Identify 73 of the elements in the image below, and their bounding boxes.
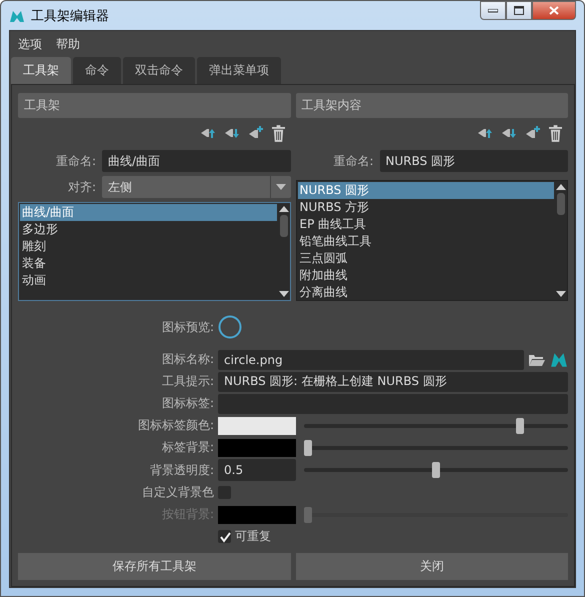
rename-field[interactable]: NURBS 圆形: [380, 150, 568, 172]
checkbox-label: 可重复: [235, 528, 271, 545]
list-item[interactable]: 曲线/曲面: [20, 204, 276, 221]
trash-icon[interactable]: [549, 124, 562, 142]
scroll-down-icon[interactable]: [556, 291, 566, 297]
circle-icon: [218, 315, 242, 339]
window-title: 工具架编辑器: [31, 8, 110, 24]
folder-icon[interactable]: [528, 352, 546, 366]
list-item[interactable]: 分离曲线: [298, 284, 554, 300]
checkbox[interactable]: [218, 486, 231, 499]
close-icon: [549, 6, 559, 15]
caret-icon: [276, 184, 286, 190]
text-field[interactable]: NURBS 圆形: 在栅格上创建 NURBS 圆形: [218, 372, 568, 392]
icon-preview-label: 图标预览:: [160, 318, 214, 336]
close-button[interactable]: [532, 1, 576, 20]
slider-handle[interactable]: [432, 462, 440, 478]
text-field[interactable]: [218, 394, 568, 414]
list-item[interactable]: 铅笔曲线工具: [298, 233, 554, 250]
tab[interactable]: 弹出菜单项: [197, 57, 281, 84]
rename-label: 重命名:: [332, 152, 374, 170]
scroll-up-icon[interactable]: [556, 184, 566, 190]
move-down-icon[interactable]: [501, 126, 517, 140]
minimize-icon: [488, 8, 498, 12]
number-field[interactable]: 0.5: [218, 459, 296, 481]
list-item[interactable]: EP 曲线工具: [298, 216, 554, 233]
field-label: 图标标签颜色:: [136, 417, 214, 434]
minimize-button[interactable]: [480, 1, 506, 20]
slider-handle[interactable]: [516, 418, 524, 434]
app-logo-icon[interactable]: [550, 350, 568, 368]
dialog-button[interactable]: 关闭: [296, 553, 568, 580]
menu-item[interactable]: 帮助: [56, 36, 80, 52]
menu-item[interactable]: 选项: [18, 36, 42, 52]
field-label: 工具提示:: [160, 373, 214, 390]
list-item[interactable]: 附加曲线: [298, 267, 554, 284]
tab[interactable]: 命令: [73, 57, 121, 84]
maximize-icon: [514, 6, 524, 15]
section-header: 工具架内容: [296, 93, 568, 118]
tab[interactable]: 双击命令: [123, 57, 195, 84]
field-label: 图标名称:: [160, 351, 214, 368]
section-header: 工具架: [18, 93, 290, 118]
list-item[interactable]: 雕刻: [20, 238, 276, 255]
list-item[interactable]: 动画: [20, 272, 276, 289]
align-label: 对齐:: [66, 178, 97, 196]
field-label: 标签背景:: [160, 439, 214, 456]
field-label: 背景透明度:: [148, 462, 214, 478]
tab[interactable]: 工具架: [11, 57, 71, 84]
checkbox[interactable]: [218, 530, 231, 543]
move-down-icon[interactable]: [224, 126, 240, 140]
align-dropdown[interactable]: 左侧: [102, 176, 290, 198]
list-item[interactable]: 多边形: [20, 221, 276, 238]
scrollbar-thumb[interactable]: [280, 215, 288, 237]
add-icon[interactable]: [525, 126, 541, 140]
text-field[interactable]: circle.png: [218, 350, 524, 370]
rename-field[interactable]: 曲线/曲面: [102, 150, 290, 172]
scroll-down-icon[interactable]: [278, 291, 288, 297]
scrollbar-thumb[interactable]: [557, 193, 565, 215]
list-item[interactable]: 装备: [20, 255, 276, 272]
maximize-button[interactable]: [506, 1, 532, 20]
color-swatch[interactable]: [218, 416, 296, 434]
list-item[interactable]: NURBS 方形: [298, 199, 554, 216]
scroll-up-icon[interactable]: [278, 206, 288, 212]
slider-handle[interactable]: [304, 440, 312, 456]
dialog-button[interactable]: 保存所有工具架: [18, 553, 290, 580]
checkbox-label: 自定义背景色: [141, 484, 214, 501]
move-up-icon[interactable]: [200, 126, 216, 140]
trash-icon[interactable]: [272, 124, 284, 142]
field-label: 图标标签:: [160, 395, 214, 412]
move-up-icon[interactable]: [477, 126, 493, 140]
rename-label: 重命名:: [54, 152, 97, 170]
add-icon[interactable]: [248, 126, 264, 140]
list-item[interactable]: 三点圆弧: [298, 250, 554, 267]
color-swatch[interactable]: [218, 438, 296, 456]
list-item[interactable]: NURBS 圆形: [298, 182, 554, 199]
